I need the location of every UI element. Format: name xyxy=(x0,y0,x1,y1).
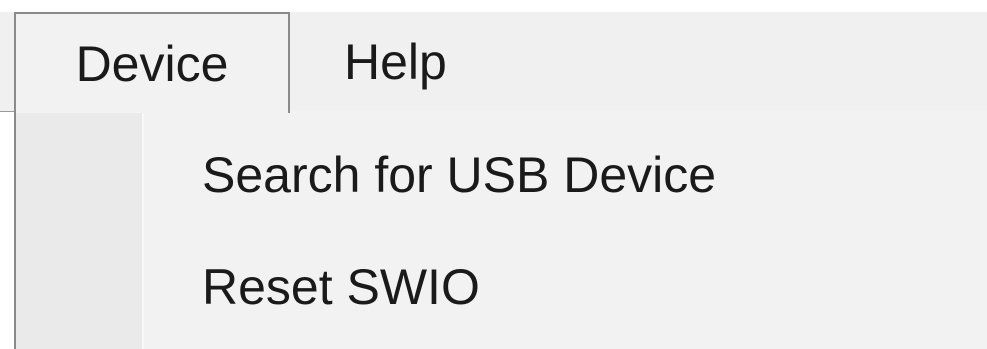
menu-help[interactable]: Help xyxy=(290,12,490,112)
menu-bar: Device Help xyxy=(0,12,987,113)
menu-item-label: Search for USB Device xyxy=(202,147,717,203)
device-dropdown-menu: Search for USB Device Reset SWIO xyxy=(14,111,987,349)
menu-device[interactable]: Device xyxy=(14,12,290,113)
menu-item-reset-swio[interactable]: Reset SWIO xyxy=(16,237,987,337)
application-window: Device Help Search for USB Device Reset … xyxy=(0,0,987,349)
menu-item-search-usb-device[interactable]: Search for USB Device xyxy=(16,125,987,225)
menu-item-label: Reset SWIO xyxy=(202,259,480,315)
